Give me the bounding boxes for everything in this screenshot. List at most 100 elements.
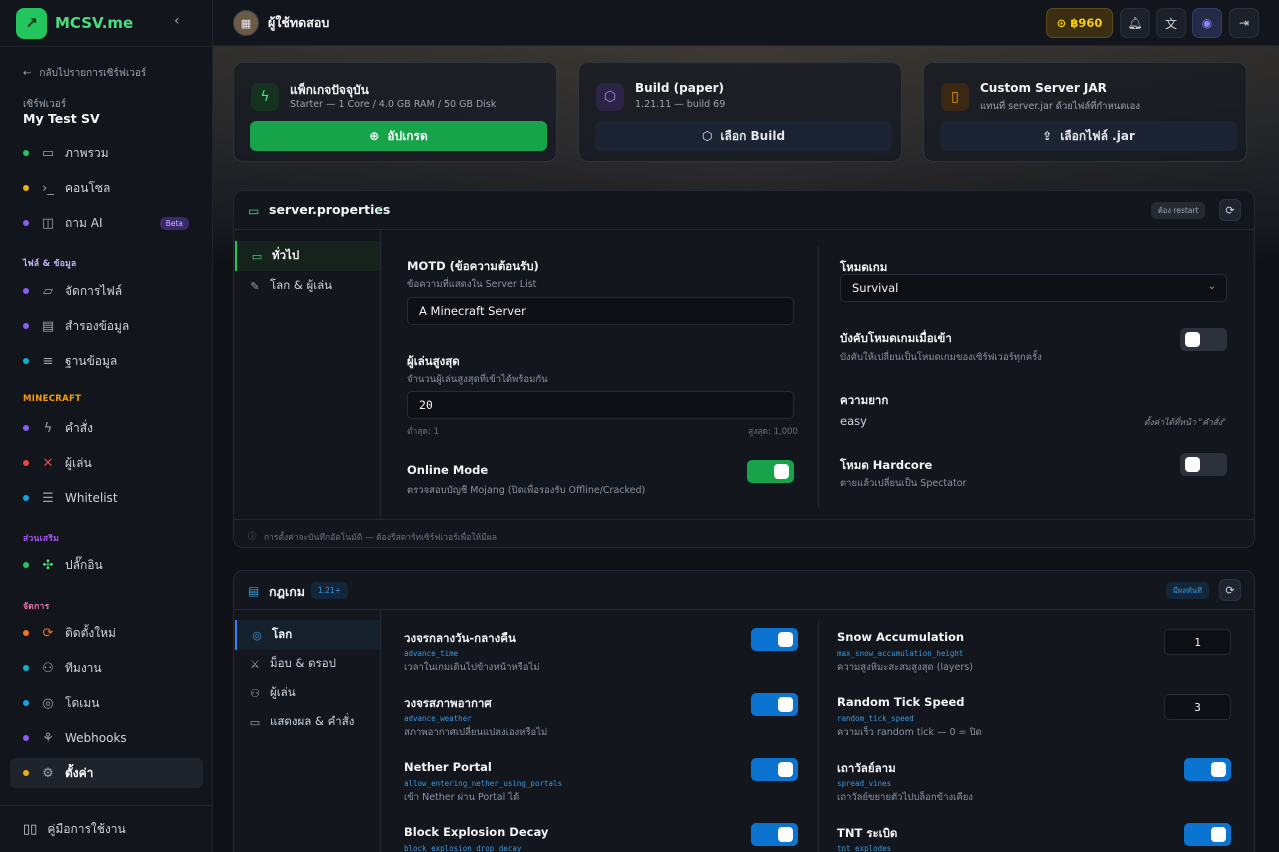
plan-card: ϟ แพ็กเกจปัจจุบัน Starter — 1 Core / 4.0… xyxy=(233,62,557,162)
restart-required-badge: ต้อง restart xyxy=(1151,202,1206,219)
advance-weather-toggle[interactable] xyxy=(751,693,798,716)
language-button[interactable]: 文 xyxy=(1156,8,1186,38)
sidebar-divider xyxy=(0,805,213,806)
sidebar-item-webhooks[interactable]: ⚘ Webhooks xyxy=(10,723,203,753)
sidebar-item-domains[interactable]: ◎ โดเมน xyxy=(10,688,203,718)
tab-players[interactable]: ⚇ ผู้เล่น xyxy=(235,678,380,708)
random-tick-speed-input[interactable]: 3 xyxy=(1164,694,1231,720)
sidebar-item-files[interactable]: ▱ จัดการไฟล์ xyxy=(10,276,203,306)
group-label-minecraft: MINECRAFT xyxy=(23,394,82,404)
logout-icon: ⇥ xyxy=(1238,16,1250,30)
coin-balance-button[interactable]: ⊙ ฿960 xyxy=(1046,8,1113,38)
refresh-button[interactable]: ⟳ xyxy=(1219,579,1241,601)
rule-label: เถาวัลย์ลาม xyxy=(837,761,896,775)
globe-icon: ◎ xyxy=(252,628,262,642)
topbar: ▦ ผู้ใช้ทดสอบ ⊙ ฿960 🔔︎ 文 ◉ ⇥ xyxy=(213,0,1279,46)
sidebar-item-commands[interactable]: ϟ คำสั่ง xyxy=(10,413,203,443)
toggle-knob xyxy=(1211,762,1226,777)
status-dot xyxy=(23,288,29,294)
refresh-button[interactable]: ⟳ xyxy=(1219,199,1241,221)
rule-code: tnt_explodes xyxy=(837,844,892,852)
bell-icon: 🔔︎ xyxy=(1127,16,1143,30)
tab-label: ทั่วไป xyxy=(272,248,300,262)
sidebar-item-ask-ai[interactable]: ◫ ถาม AI Beta xyxy=(10,208,203,238)
tab-label: ม็อบ & ดรอป xyxy=(270,656,336,670)
tab-world[interactable]: ◎ โลก xyxy=(235,620,380,650)
upload-icon: ⇪ xyxy=(1042,129,1053,143)
tab-mobs-drops[interactable]: ⚔ ม็อบ & ดรอป xyxy=(235,649,380,679)
sidebar-item-label: ตั้งค่า xyxy=(65,765,94,780)
coin-icon: ⊙ xyxy=(1056,16,1067,30)
sidebar-item-team[interactable]: ⚇ ทีมงาน xyxy=(10,653,203,683)
select-build-button[interactable]: ⬡ เลือก Build xyxy=(595,121,892,151)
brand-logo-icon: ↗ xyxy=(16,7,47,39)
panel-divider xyxy=(380,610,381,852)
sidebar-item-backups[interactable]: ▤ สำรองข้อมูล xyxy=(10,311,203,341)
translate-icon: 文 xyxy=(1164,16,1177,31)
notifications-button[interactable]: 🔔︎ xyxy=(1120,8,1150,38)
rule-description: เถาวัลย์ขยายตัวไปบล็อกข้างเคียง xyxy=(837,792,973,803)
sidebar: ↗ MCSV.me ‹ ← กลับไปรายการเซิร์ฟเวอร์ เซ… xyxy=(0,0,213,852)
nether-portal-toggle[interactable] xyxy=(751,758,798,781)
advance-time-toggle[interactable] xyxy=(751,628,798,651)
max-players-input[interactable]: 20 xyxy=(407,391,794,419)
monitor-icon: ▭ xyxy=(249,715,261,729)
toggle-knob xyxy=(778,762,793,777)
hardcore-toggle[interactable] xyxy=(1180,453,1227,476)
status-dot xyxy=(23,495,29,501)
status-dot xyxy=(23,150,29,156)
spread-vines-toggle[interactable] xyxy=(1184,758,1231,781)
globe-icon: ◎ xyxy=(42,695,54,711)
sidebar-item-console[interactable]: ›_ คอนโซล xyxy=(10,173,203,203)
custom-jar-card: ▯ Custom Server JAR แทนที่ server.jar ด้… xyxy=(923,62,1247,162)
force-gamemode-toggle[interactable] xyxy=(1180,328,1227,351)
toggle-knob xyxy=(774,464,789,479)
back-to-servers-link[interactable]: ← กลับไปรายการเซิร์ฟเวอร์ xyxy=(23,66,146,81)
online-mode-toggle[interactable] xyxy=(747,460,794,483)
avatar: ▦ xyxy=(233,10,259,36)
main-content: ϟ แพ็กเกจปัจจุบัน Starter — 1 Core / 4.0… xyxy=(213,46,1279,852)
tab-display-commands[interactable]: ▭ แสดงผล & คำสั่ง xyxy=(235,707,380,737)
sidebar-item-players[interactable]: ✕ ผู้เล่น xyxy=(10,448,203,478)
bolt-icon: ϟ xyxy=(43,420,53,436)
user-menu[interactable]: ▦ ผู้ใช้ทดสอบ xyxy=(233,10,329,36)
sidebar-item-database[interactable]: ≡ ฐานข้อมูล xyxy=(10,346,203,376)
panel-divider xyxy=(234,519,1254,520)
collapse-sidebar-icon[interactable]: ‹ xyxy=(174,14,188,28)
toggle-knob xyxy=(1185,457,1200,472)
tab-world-players[interactable]: ✎ โลก & ผู้เล่น xyxy=(235,271,380,301)
webhook-icon: ⚘ xyxy=(42,730,54,746)
tab-general[interactable]: ▭ ทั่วไป xyxy=(235,241,380,271)
card-title: แพ็กเกจปัจจุบัน xyxy=(290,83,369,97)
discord-button[interactable]: ◉ xyxy=(1192,8,1222,38)
sidebar-item-overview[interactable]: ▭ ภาพรวม xyxy=(10,138,203,168)
coin-balance: ฿960 xyxy=(1070,16,1103,30)
block-explosion-decay-toggle[interactable] xyxy=(751,823,798,846)
sidebar-item-whitelist[interactable]: ☰ Whitelist xyxy=(10,483,203,513)
snow-accumulation-input[interactable]: 1 xyxy=(1164,629,1231,655)
sidebar-item-label: ทีมงาน xyxy=(65,660,102,675)
motd-input[interactable]: A Minecraft Server xyxy=(407,297,794,325)
tnt-explodes-toggle[interactable] xyxy=(1184,823,1231,846)
brand[interactable]: ↗ MCSV.me xyxy=(16,7,133,39)
rule-description: ความเร็ว random tick — 0 = ปิด xyxy=(837,727,982,738)
rule-label: Random Tick Speed xyxy=(837,695,965,709)
panel-divider xyxy=(380,230,381,519)
sidebar-item-label: ถาม AI xyxy=(65,215,103,230)
sidebar-item-settings[interactable]: ⚙ ตั้งค่า xyxy=(10,758,203,788)
upgrade-button[interactable]: ⊕ อัปเกรด xyxy=(250,121,547,151)
sidebar-item-plugins[interactable]: ✣ ปลั๊กอิน xyxy=(10,550,203,580)
logout-button[interactable]: ⇥ xyxy=(1229,8,1259,38)
toggle-knob xyxy=(778,697,793,712)
server-label: เซิร์ฟเวอร์ xyxy=(23,99,67,110)
archive-icon: ▤ xyxy=(41,318,55,334)
tab-label: โลก & ผู้เล่น xyxy=(270,278,333,292)
puzzle-icon: ✣ xyxy=(42,557,54,573)
app-root: ↗ MCSV.me ‹ ← กลับไปรายการเซิร์ฟเวอร์ เซ… xyxy=(0,0,1279,852)
status-dot xyxy=(23,770,29,776)
rule-label: Block Explosion Decay xyxy=(404,825,549,839)
gamemode-select[interactable]: Survival ⌄ xyxy=(840,274,1227,302)
select-jar-button[interactable]: ⇪ เลือกไฟล์ .jar xyxy=(940,121,1237,151)
sidebar-item-reinstall[interactable]: ⟳ ติดตั้งใหม่ xyxy=(10,618,203,648)
user-manual-link[interactable]: ▯▯ คู่มือการใช้งาน xyxy=(23,820,126,839)
